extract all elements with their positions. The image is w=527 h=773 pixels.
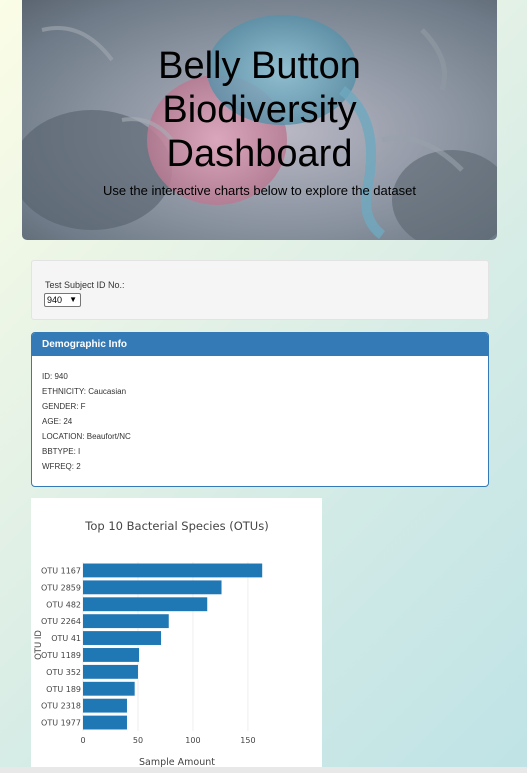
subject-id-label: Test Subject ID No.: — [45, 280, 125, 290]
demographic-row-wfreq: WFREQ: 2 — [42, 462, 81, 471]
y-tick-label: OTU 482 — [46, 600, 81, 609]
bar-otu-352[interactable] — [83, 664, 138, 679]
demographic-row-age: AGE: 24 — [42, 417, 73, 426]
y-tick-label: OTU 1189 — [41, 651, 81, 660]
demographic-row-location: LOCATION: Beaufort/NC — [42, 432, 131, 441]
chart-title: Top 10 Bacterial Species (OTUs) — [84, 519, 268, 533]
demographic-row-ethnicity: ETHNICITY: Caucasian — [42, 387, 127, 396]
top10-otu-bar-chart: Top 10 Bacterial Species (OTUs) OTU 1167… — [34, 519, 269, 768]
title-line-3: Dashboard — [166, 133, 353, 175]
page-subtitle: Use the interactive charts below to expl… — [103, 183, 416, 198]
x-tick-label: 100 — [185, 736, 200, 745]
bar-otu-482[interactable] — [83, 597, 208, 612]
demographic-info-panel: Demographic Info ID: 940 ETHNICITY: Cauc… — [31, 332, 489, 487]
demographic-row-bbtype: BBTYPE: I — [42, 447, 81, 456]
chart-x-tick-labels: 0 50 100 150 — [80, 736, 255, 745]
page-title: Belly Button Biodiversity Dashboard — [22, 44, 497, 176]
chart-y-axis-title: OTU ID — [34, 630, 44, 660]
y-tick-label: OTU 352 — [46, 668, 81, 677]
top10-otu-chart-card: Top 10 Bacterial Species (OTUs) OTU 1167… — [31, 498, 322, 773]
demographic-row-gender: GENDER: F — [42, 402, 86, 411]
bar-otu-41[interactable] — [83, 631, 162, 645]
demographic-row-id: ID: 940 — [42, 372, 68, 381]
horizontal-scrollbar[interactable] — [0, 767, 527, 773]
y-tick-label: OTU 2318 — [41, 702, 81, 711]
bar-otu-1189[interactable] — [83, 648, 140, 662]
x-tick-label: 50 — [133, 736, 143, 745]
subject-id-select-value: 940 — [47, 295, 63, 305]
chart-y-tick-labels: OTU 1167 OTU 2859 OTU 482 OTU 2264 OTU 41 OTU… — [41, 566, 81, 727]
bar-otu-189[interactable] — [83, 681, 135, 696]
bar-otu-2318[interactable] — [83, 698, 127, 713]
bar-otu-1977[interactable] — [83, 715, 127, 730]
y-tick-label: OTU 1167 — [41, 566, 81, 575]
subject-id-select[interactable]: 940 ▼ — [44, 293, 81, 307]
bar-otu-1167[interactable] — [83, 563, 263, 578]
x-tick-label: 0 — [80, 736, 85, 745]
title-line-2: Biodiversity — [162, 89, 357, 131]
y-tick-label: OTU 189 — [46, 685, 81, 694]
demographic-info-body: ID: 940 ETHNICITY: Caucasian GENDER: F A… — [32, 356, 488, 486]
y-tick-label: OTU 41 — [51, 634, 81, 643]
title-line-1: Belly Button — [158, 45, 361, 87]
chevron-down-icon: ▼ — [69, 295, 77, 304]
bar-otu-2264[interactable] — [83, 614, 169, 629]
y-tick-label: OTU 2859 — [41, 583, 81, 592]
bar-otu-2859[interactable] — [83, 580, 222, 595]
chart-bars — [83, 563, 263, 730]
demographic-info-heading: Demographic Info — [32, 333, 488, 356]
x-tick-label: 150 — [240, 736, 255, 745]
y-tick-label: OTU 2264 — [41, 617, 81, 626]
y-tick-label: OTU 1977 — [41, 719, 81, 728]
header-banner: Belly Button Biodiversity Dashboard Use … — [22, 0, 497, 240]
subject-selector-well: Test Subject ID No.: 940 ▼ — [31, 260, 489, 320]
